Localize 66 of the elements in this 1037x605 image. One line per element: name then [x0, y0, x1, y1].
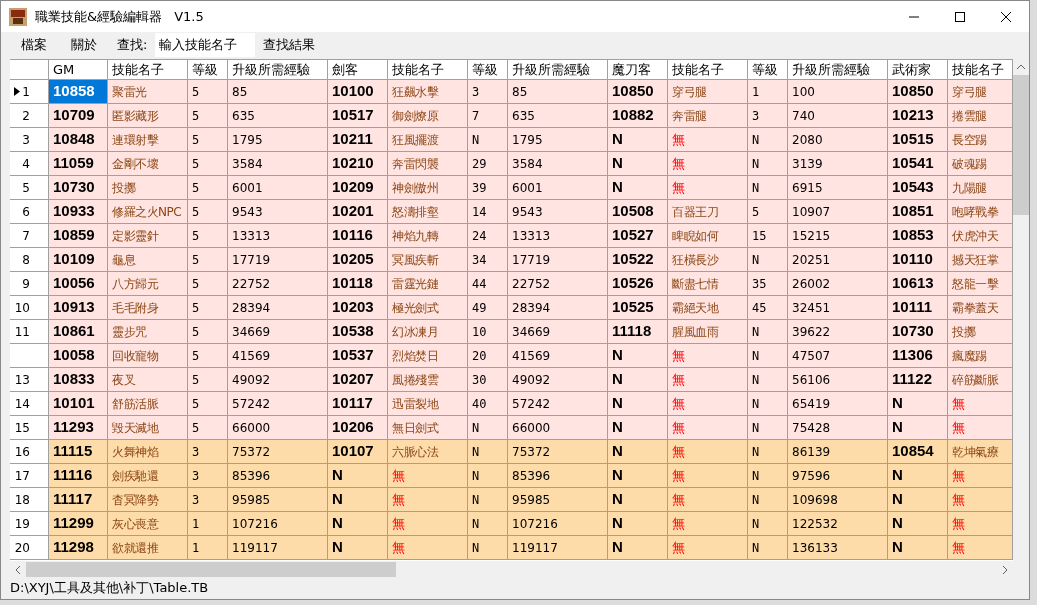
- table-row[interactable]: 16 11115 火舞神焰 3 75372 10107 六脈心法 N 75372 N 無 N 86139 10854 乾坤氣療: [10, 440, 1013, 464]
- row-header[interactable]: 7: [10, 224, 49, 248]
- row-header[interactable]: 11: [10, 320, 49, 344]
- menu-item[interactable]: 關於: [59, 32, 109, 57]
- row-header[interactable]: 2: [10, 104, 49, 128]
- close-icon: [1001, 11, 1011, 22]
- table-row[interactable]: 20 11298 欲就還推 1 119117 N 無 N 119117 N 無 N 136133 N 無: [10, 536, 1013, 560]
- row-header[interactable]: 15: [10, 416, 49, 440]
- search-label: 查找:: [116, 35, 149, 54]
- table-cell: 10858: [49, 80, 108, 104]
- table-row[interactable]: 4 11059 金剛不壞 5 3584 10210 奔雷閃襲 29 3584 N 無 N 3139 10541 破魂踢: [10, 152, 1013, 176]
- table-row[interactable]: 9 10056 八方歸元 5 22752 10118 雷霆光鏈 44 22752 10526 斷盡七情 35 26002 10613 怒龍一擊: [10, 272, 1013, 296]
- table-cell: 11298: [49, 536, 108, 560]
- table-row[interactable]: 19 11299 灰心喪意 1 107216 N 無 N 107216 N 無 N 122532 N 無: [10, 512, 1013, 536]
- row-header[interactable]: 8: [10, 248, 49, 272]
- table-cell: N: [888, 536, 948, 560]
- table-row[interactable]: 10058 回收寵物 5 41569 10537 烈焰焚日 20 41569 N 無 N 47507 11306 瘋魔踢: [10, 344, 1013, 368]
- row-header[interactable]: 13: [10, 368, 49, 392]
- table-cell: N: [328, 536, 388, 560]
- table-cell: N: [748, 536, 788, 560]
- table-cell: 無: [388, 536, 468, 560]
- row-header[interactable]: 14: [10, 392, 49, 416]
- row-header[interactable]: 4: [10, 152, 49, 176]
- table-row[interactable]: 8 10109 龜息 5 17719 10205 冥風疾斬 34 17719 10522 狂橫長沙 N 20251 10110 撼天狂掌: [10, 248, 1013, 272]
- version-label: V1.5: [174, 7, 204, 26]
- app-icon: [9, 7, 27, 26]
- table-row[interactable]: 11 10861 靈步咒 5 34669 10538 幻冰凍月 10 34669 11118 腥風血雨 N 39622 10730 投擲: [10, 320, 1013, 344]
- table-row[interactable]: 6 10933 修羅之火NPC 5 9543 10201 怒濤排壑 14 9543 10508 百器王刀 5 10907 10851 咆哮戰拳: [10, 200, 1013, 224]
- table-row[interactable]: 10 10913 毛毛附身 5 28394 10203 極光劍式 49 28394 10525 霸絕天地 45 32451 10111 霸拳蓋天: [10, 296, 1013, 320]
- table-cell: 119117: [228, 536, 328, 560]
- table-cell: N: [608, 536, 668, 560]
- row-header[interactable]: 17: [10, 464, 49, 488]
- row-header[interactable]: 10: [10, 296, 49, 320]
- row-header[interactable]: 19: [10, 512, 49, 536]
- table-row[interactable]: 5 10730 投擲 5 6001 10209 神劍傲州 39 6001 N 無 N 6915 10543 九陽腿: [10, 176, 1013, 200]
- row-header[interactable]: 1: [10, 80, 49, 104]
- table-cell: N: [468, 536, 508, 560]
- table-row[interactable]: 7 10859 定影靈針 5 13313 10116 神焰九轉 24 13313 10527 睥睨如何 15 15215 10853 伏虎沖天: [10, 224, 1013, 248]
- status-path: D:\XYJ\工具及其他\补丁\Table.TB: [10, 579, 209, 598]
- table-row[interactable]: 15 11293 毀天滅地 5 66000 10206 無日劍式 N 66000 N 無 N 75428 N 無: [10, 416, 1013, 440]
- row-header[interactable]: 20: [10, 536, 49, 560]
- table-cell: 欲就還推: [108, 536, 188, 560]
- table-cell: 無: [668, 536, 748, 560]
- search-results-button[interactable]: 查找結果: [255, 32, 324, 57]
- maximize-icon: [955, 11, 965, 22]
- table-cell: 136133: [788, 536, 888, 560]
- row-header[interactable]: [10, 344, 49, 368]
- table-row[interactable]: 17 11116 劍疾馳還 3 85396 N 無 N 85396 N 無 N 97596 N 無: [10, 464, 1013, 488]
- menu-item[interactable]: 檔案: [9, 32, 59, 57]
- table-row[interactable]: 13 10833 夜叉 5 49092 10207 風捲殘雲 30 49092 N 無 N 56106 11122 碎筋斷脈: [10, 368, 1013, 392]
- row-header[interactable]: 6: [10, 200, 49, 224]
- table-row[interactable]: 3 10848 連環射擊 5 1795 10211 狂風擺渡 N 1795 N 無 N 2080 10515 長空踢: [10, 128, 1013, 152]
- table-row[interactable]: 18 11117 杳冥降勢 3 95985 N 無 N 95985 N 無 N 109698 N 無: [10, 488, 1013, 512]
- current-row-icon: [14, 87, 20, 96]
- table-row[interactable]: 14 10101 舒筋活脈 5 57242 10117 迅雷裂地 40 57242 N 無 N 65419 N 無: [10, 392, 1013, 416]
- row-header[interactable]: 16: [10, 440, 49, 464]
- window-title: 職業技能&經驗編輯器: [35, 7, 163, 26]
- search-field[interactable]: 輸入技能名子: [155, 32, 256, 57]
- row-header[interactable]: 3: [10, 128, 49, 152]
- table-row[interactable]: 1 10858 聚雷光 5 85 10100 狂飆水擊 3 85 10850 穿弓腿 1 100 10850 穿弓腿: [10, 80, 1013, 104]
- row-header[interactable]: 9: [10, 272, 49, 296]
- row-header[interactable]: 18: [10, 488, 49, 512]
- row-header[interactable]: 5: [10, 176, 49, 200]
- table-cell: 119117: [508, 536, 608, 560]
- table-cell: 1: [188, 536, 228, 560]
- table-row[interactable]: 2 10709 匿影藏形 5 635 10517 御劍燎原 7 635 10882 奔雷腿 3 740 10213 捲雲腿: [10, 104, 1013, 128]
